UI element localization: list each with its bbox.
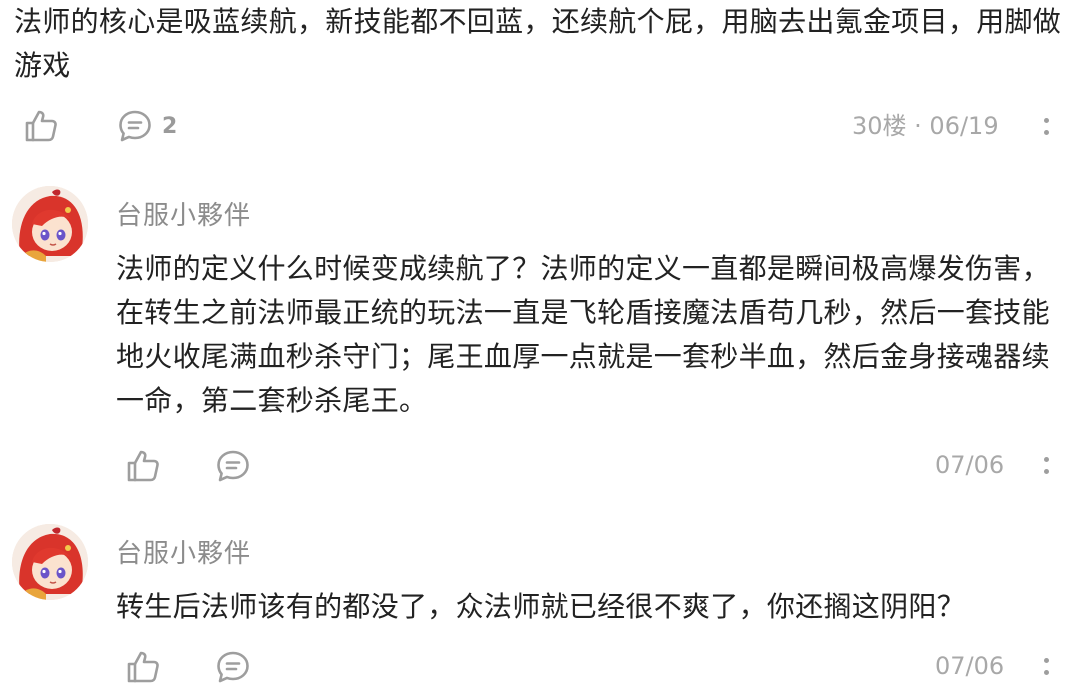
more-vertical-icon <box>1043 657 1049 663</box>
like-button[interactable] <box>124 648 162 686</box>
reply-text: 转生后法师该有的都没了，众法师就已经很不爽了，你还搁这阴阳？ <box>116 590 966 623</box>
reply-action-row <box>124 647 252 687</box>
reply-date: 07/06 <box>935 451 1005 479</box>
more-vertical-icon <box>1043 456 1049 462</box>
like-button[interactable] <box>22 107 60 145</box>
reply-date: 07/06 <box>935 652 1005 680</box>
post-action-row: 2 <box>22 106 177 146</box>
more-options-button[interactable] <box>1040 450 1052 480</box>
more-options-button[interactable] <box>1040 651 1052 681</box>
thumbs-up-icon <box>25 110 57 142</box>
post-text: 法师的核心是吸蓝续航，新技能都不回蓝，还续航个屁，用脑去出氪金项目，用脚做游戏 <box>14 5 1062 82</box>
comment-bubble-icon <box>217 450 249 482</box>
thumbs-up-icon <box>127 450 159 482</box>
comment-bubble-icon <box>119 110 151 142</box>
comment-button[interactable] <box>116 107 154 145</box>
floor-date: 30楼 · 06/19 <box>852 112 999 140</box>
avatar-image <box>12 186 88 262</box>
reply-username[interactable]: 台服小夥伴 <box>116 537 251 571</box>
reply-username[interactable]: 台服小夥伴 <box>116 199 251 233</box>
avatar[interactable] <box>12 524 88 600</box>
avatar[interactable] <box>12 186 88 262</box>
comment-button[interactable] <box>214 648 252 686</box>
reply-text: 法师的定义什么时候变成续航了？法师的定义一直都是瞬间极高爆发伤害，在转生之前法师… <box>116 252 1050 417</box>
comment-bubble-icon <box>217 651 249 683</box>
like-button[interactable] <box>124 447 162 485</box>
comment-count: 2 <box>162 113 178 139</box>
thumbs-up-icon <box>127 651 159 683</box>
comment-button[interactable] <box>214 447 252 485</box>
avatar-image <box>12 524 88 600</box>
more-options-button[interactable] <box>1040 111 1052 141</box>
reply-action-row <box>124 446 252 486</box>
more-vertical-icon <box>1043 117 1049 123</box>
